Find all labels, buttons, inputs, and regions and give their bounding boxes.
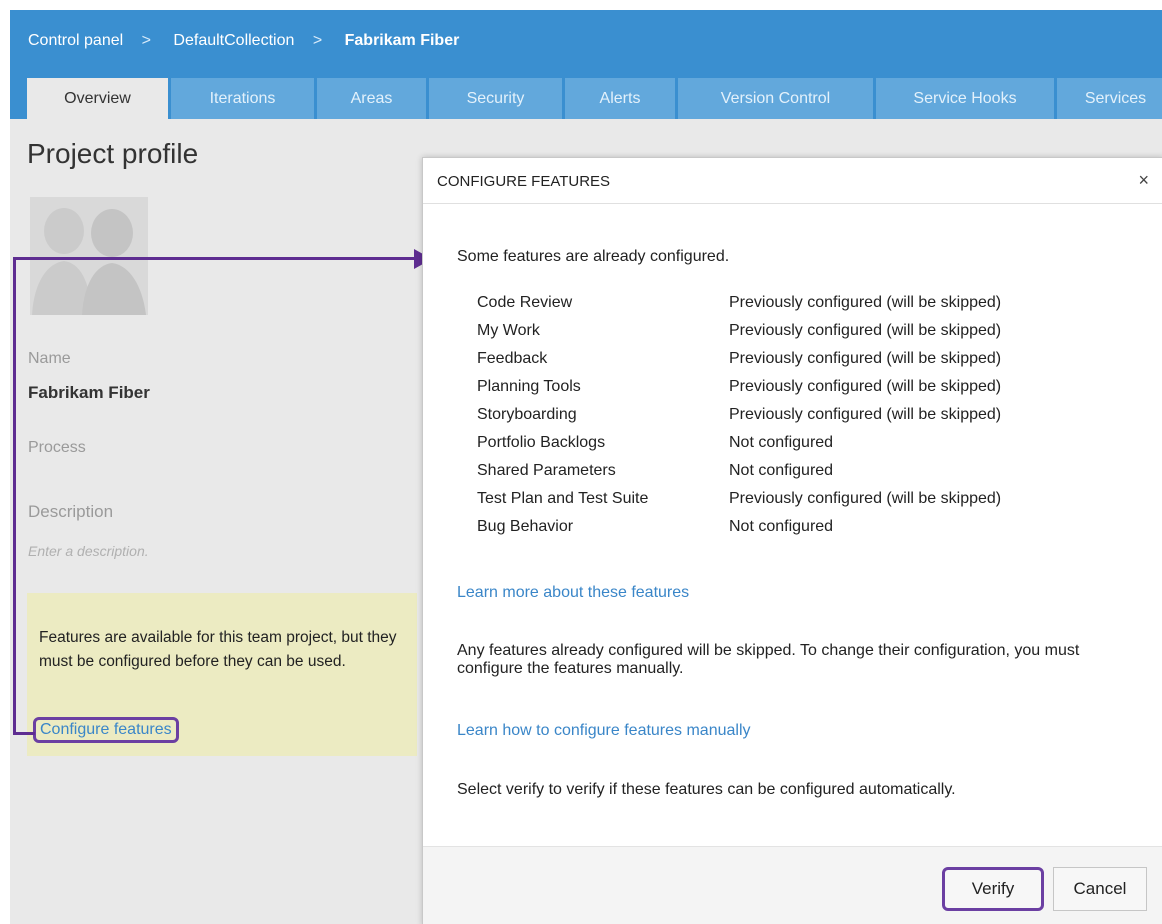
dialog-footer: Verify Cancel [423, 846, 1162, 924]
feature-name: Bug Behavior [477, 518, 574, 535]
project-name-value: Fabrikam Fiber [28, 383, 150, 402]
cancel-button[interactable]: Cancel [1053, 867, 1147, 911]
table-row: Feedback Previously configured (will be s… [477, 345, 1001, 373]
feature-status-table: Code Review Previously configured (will b… [477, 289, 1001, 541]
table-row: My Work Previously configured (will be sk… [477, 317, 1001, 345]
configure-features-dialog: CONFIGURE FEATURES × Some features are a… [422, 157, 1162, 924]
feature-status: Not configured [729, 518, 834, 535]
callout-line [13, 257, 16, 735]
description-label: Description [28, 502, 114, 521]
feature-status: Previously configured (will be skipped) [729, 350, 1002, 367]
learn-more-features-link[interactable]: Learn more about these features [457, 584, 689, 602]
table-row: Bug Behavior Not configured [477, 513, 1001, 541]
feature-name: My Work [477, 322, 540, 339]
dialog-header: CONFIGURE FEATURES × [423, 158, 1162, 204]
breadcrumb-current-project: Fabrikam Fiber [344, 32, 460, 49]
tab-bar: Overview Iterations Areas Security Alert… [10, 73, 1162, 119]
tab-areas[interactable]: Areas [317, 78, 429, 119]
breadcrumb: Control panel > DefaultCollection > Fabr… [28, 32, 473, 50]
dialog-intro: Some features are already configured. [457, 248, 730, 265]
control-panel-window: Control panel > DefaultCollection > Fabr… [10, 10, 1162, 924]
breadcrumb-control-panel[interactable]: Control panel [28, 32, 123, 49]
feature-status: Previously configured (will be skipped) [729, 322, 1002, 339]
feature-status: Previously configured (will be skipped) [729, 490, 1002, 507]
table-row: Shared Parameters Not configured [477, 457, 1001, 485]
skip-note: Any features already configured will be … [457, 642, 1080, 677]
feature-status: Previously configured (will be skipped) [729, 378, 1002, 395]
avatar-silhouette-icon [30, 197, 148, 315]
page-title: Project profile [27, 138, 199, 169]
table-row: Code Review Previously configured (will b… [477, 289, 1001, 317]
tab-services[interactable]: Services [1057, 78, 1162, 119]
verify-note: Select verify to verify if these feature… [457, 781, 956, 798]
header-bar: Control panel > DefaultCollection > Fabr… [10, 10, 1162, 73]
tab-security[interactable]: Security [429, 78, 565, 119]
features-notice-text: Features are available for this team pro… [39, 629, 397, 670]
dialog-title: CONFIGURE FEATURES [437, 173, 611, 190]
tab-alerts[interactable]: Alerts [565, 78, 678, 119]
feature-status: Previously configured (will be skipped) [729, 406, 1002, 423]
breadcrumb-separator: > [141, 32, 151, 49]
tab-iterations[interactable]: Iterations [171, 78, 317, 119]
close-icon[interactable]: × [1138, 170, 1149, 191]
breadcrumb-default-collection[interactable]: DefaultCollection [173, 32, 294, 49]
configure-features-link[interactable]: Configure features [33, 717, 179, 743]
name-label: Name [28, 350, 71, 367]
table-row: Test Plan and Test Suite Previously confi… [477, 485, 1001, 513]
callout-line [13, 732, 35, 735]
feature-status: Previously configured (will be skipped) [729, 294, 1002, 311]
feature-name: Code Review [477, 294, 573, 311]
learn-manual-config-link[interactable]: Learn how to configure features manually [457, 722, 751, 740]
project-avatar[interactable] [30, 197, 148, 315]
tab-service-hooks[interactable]: Service Hooks [876, 78, 1057, 119]
feature-name: Portfolio Backlogs [477, 434, 606, 451]
table-row: Storyboarding Previously configured (will… [477, 401, 1001, 429]
feature-name: Planning Tools [477, 378, 581, 395]
verify-button[interactable]: Verify [942, 867, 1044, 911]
feature-status: Not configured [729, 462, 834, 479]
table-row: Portfolio Backlogs Not configured [477, 429, 1001, 457]
breadcrumb-separator: > [312, 32, 323, 49]
description-input[interactable]: Enter a description. [28, 543, 149, 559]
feature-name: Feedback [477, 350, 548, 367]
tab-overview[interactable]: Overview [27, 78, 171, 119]
tab-version-control[interactable]: Version Control [678, 78, 876, 119]
feature-status: Not configured [729, 434, 834, 451]
table-row: Planning Tools Previously configured (wil… [477, 373, 1001, 401]
feature-name: Shared Parameters [477, 462, 616, 479]
feature-name: Test Plan and Test Suite [477, 490, 649, 507]
feature-name: Storyboarding [477, 406, 577, 423]
process-label: Process [28, 439, 86, 456]
callout-line [13, 257, 415, 260]
